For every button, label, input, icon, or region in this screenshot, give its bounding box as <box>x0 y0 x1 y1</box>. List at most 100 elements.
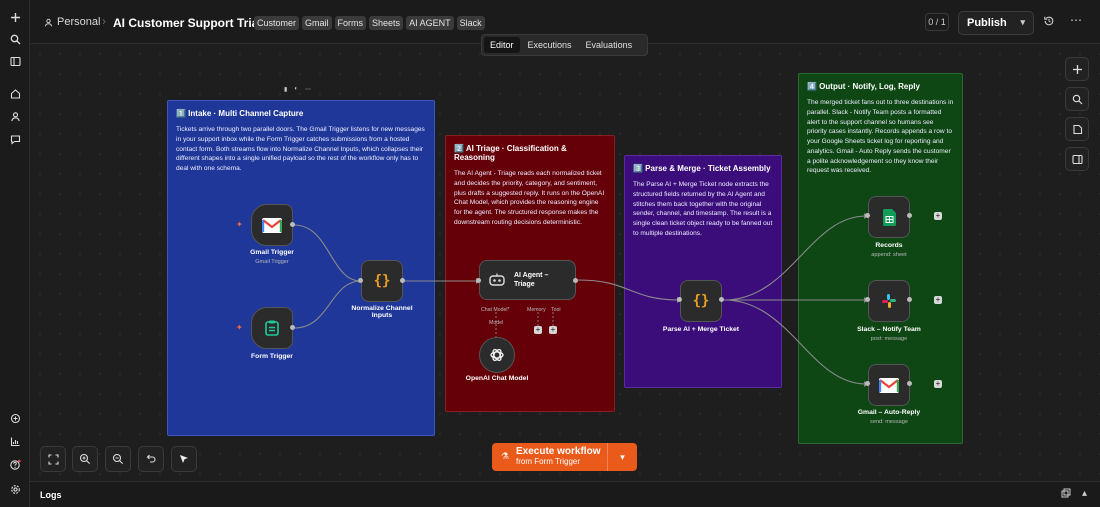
node-gmail-auto-reply[interactable] <box>868 364 910 406</box>
tag[interactable]: AI AGENT <box>406 16 454 30</box>
breadcrumb-separator: › <box>102 14 106 28</box>
zoom-out-button[interactable] <box>105 446 131 472</box>
zoom-in-button[interactable] <box>72 446 98 472</box>
form-clipboard-icon <box>265 320 279 336</box>
home-icon[interactable] <box>5 83 25 103</box>
input-port[interactable] <box>865 297 870 302</box>
node-gmail-trigger[interactable] <box>251 204 293 246</box>
input-port[interactable] <box>865 381 870 386</box>
logs-label: Logs <box>40 490 62 500</box>
publish-label: Publish <box>967 17 1007 29</box>
output-port[interactable] <box>907 213 912 218</box>
node-records-sub: append: sheet <box>871 252 907 258</box>
logs-panel-bar[interactable]: Logs ▴ <box>30 481 1100 507</box>
fit-view-button[interactable] <box>40 446 66 472</box>
robot-icon <box>489 273 505 286</box>
node-records[interactable] <box>868 196 910 238</box>
left-rail <box>0 0 30 507</box>
output-port[interactable] <box>290 222 295 227</box>
output-port[interactable] <box>400 278 405 283</box>
node-slack-label: Slack – Notify Team <box>857 326 921 333</box>
tab-executions[interactable]: Executions <box>522 37 578 53</box>
search-icon[interactable] <box>5 29 25 49</box>
tab-editor[interactable]: Editor <box>484 37 520 53</box>
more-options-icon[interactable]: ⋯ <box>1070 13 1083 27</box>
execute-workflow-button[interactable]: ⚗ Execute workflow from Form Trigger ▾ <box>492 443 637 471</box>
add-tool-button[interactable]: + <box>549 326 557 334</box>
node-gmail-reply-sub: send: message <box>870 419 908 425</box>
sticky-note-button[interactable] <box>1065 117 1089 141</box>
breadcrumb-owner[interactable]: Personal <box>44 16 100 28</box>
undo-button[interactable] <box>138 446 164 472</box>
output-port[interactable] <box>907 297 912 302</box>
output-port[interactable] <box>290 325 295 330</box>
pointer-tool-button[interactable] <box>171 446 197 472</box>
input-port[interactable] <box>358 278 363 283</box>
popout-icon[interactable] <box>1061 488 1071 501</box>
side-panel-button[interactable] <box>1065 147 1089 171</box>
chevron-down-icon[interactable]: ▾ <box>1020 17 1025 28</box>
history-icon[interactable] <box>1043 15 1055 30</box>
add-node-button[interactable]: + <box>934 380 942 388</box>
output-port[interactable] <box>907 381 912 386</box>
port-chat-model-label: Chat Model* <box>481 307 510 313</box>
version-pager[interactable]: 0 / 1 <box>925 13 949 31</box>
tag[interactable]: Slack <box>456 16 485 30</box>
help-icon[interactable] <box>5 455 25 475</box>
workflow-title[interactable]: AI Customer Support Triage <box>113 16 272 30</box>
node-normalize-label: Normalize Channel Inputs <box>351 305 413 319</box>
node-ai-agent-label: AI Agent – Triage <box>514 271 549 288</box>
node-normalize[interactable]: {} <box>361 260 403 302</box>
output-port[interactable] <box>719 297 724 302</box>
model-connection-label: Model <box>489 320 504 326</box>
openai-icon <box>490 348 504 362</box>
workflow-canvas[interactable]: ▮ ◐ ⋯ 1️⃣ Intake · Multi Channel Capture… <box>30 44 1100 481</box>
input-port[interactable] <box>865 213 870 218</box>
chevron-down-icon[interactable]: ▾ <box>607 443 637 471</box>
tag[interactable]: Gmail <box>302 16 332 30</box>
node-parse-merge[interactable]: {} <box>680 280 722 322</box>
canvas-search-button[interactable] <box>1065 87 1089 111</box>
code-braces-icon: {} <box>692 293 710 309</box>
add-node-panel-button[interactable] <box>1065 57 1089 81</box>
user-icon[interactable] <box>5 106 25 126</box>
flask-icon: ⚗ <box>501 451 510 461</box>
publish-button[interactable]: Publish ▾ <box>958 11 1034 35</box>
input-port[interactable] <box>677 297 682 302</box>
tag[interactable]: Sheets <box>369 16 404 30</box>
port-tool-label: Tool <box>551 307 561 313</box>
node-gmail-trigger-label: Gmail Trigger <box>250 249 294 256</box>
chat-icon[interactable] <box>5 129 25 149</box>
chevron-up-icon[interactable]: ▴ <box>1082 488 1087 499</box>
tag[interactable]: Forms <box>334 16 367 30</box>
owner-label: Personal <box>57 16 101 28</box>
user-small-icon <box>44 18 53 26</box>
app-root: Personal › AI Customer Support Triage Cu… <box>0 0 1100 507</box>
settings-gear-icon[interactable] <box>5 479 25 499</box>
node-ai-agent[interactable]: AI Agent – Triage <box>479 260 576 300</box>
tab-evaluations[interactable]: Evaluations <box>580 37 639 53</box>
node-parse-label: Parse AI + Merge Ticket <box>662 326 740 333</box>
trigger-bolt-icon: ✦ <box>236 323 243 332</box>
node-openai-chat-model[interactable] <box>479 337 515 373</box>
node-slack-sub: post: message <box>870 336 908 342</box>
node-gmail-trigger-sub: Gmail Trigger <box>255 259 289 265</box>
node-gmail-reply-label: Gmail – Auto-Reply <box>857 409 921 416</box>
node-form-trigger[interactable] <box>251 307 293 349</box>
google-sheets-icon <box>882 208 896 226</box>
connection-line <box>723 299 867 385</box>
output-port[interactable] <box>573 278 578 283</box>
panel-toggle-icon[interactable] <box>5 51 25 71</box>
templates-icon[interactable] <box>5 408 25 428</box>
add-node-button[interactable]: + <box>934 296 942 304</box>
add-node-button[interactable]: + <box>934 212 942 220</box>
input-port[interactable] <box>476 278 481 283</box>
insights-icon[interactable] <box>5 431 25 451</box>
node-openai-label: OpenAI Chat Model <box>465 375 529 382</box>
node-slack[interactable] <box>868 280 910 322</box>
add-icon[interactable] <box>5 7 25 27</box>
execute-main[interactable]: ⚗ Execute workflow from Form Trigger <box>492 443 607 471</box>
add-memory-button[interactable]: + <box>534 326 542 334</box>
node-form-trigger-label: Form Trigger <box>251 353 293 360</box>
tag[interactable]: Customer <box>254 16 300 30</box>
